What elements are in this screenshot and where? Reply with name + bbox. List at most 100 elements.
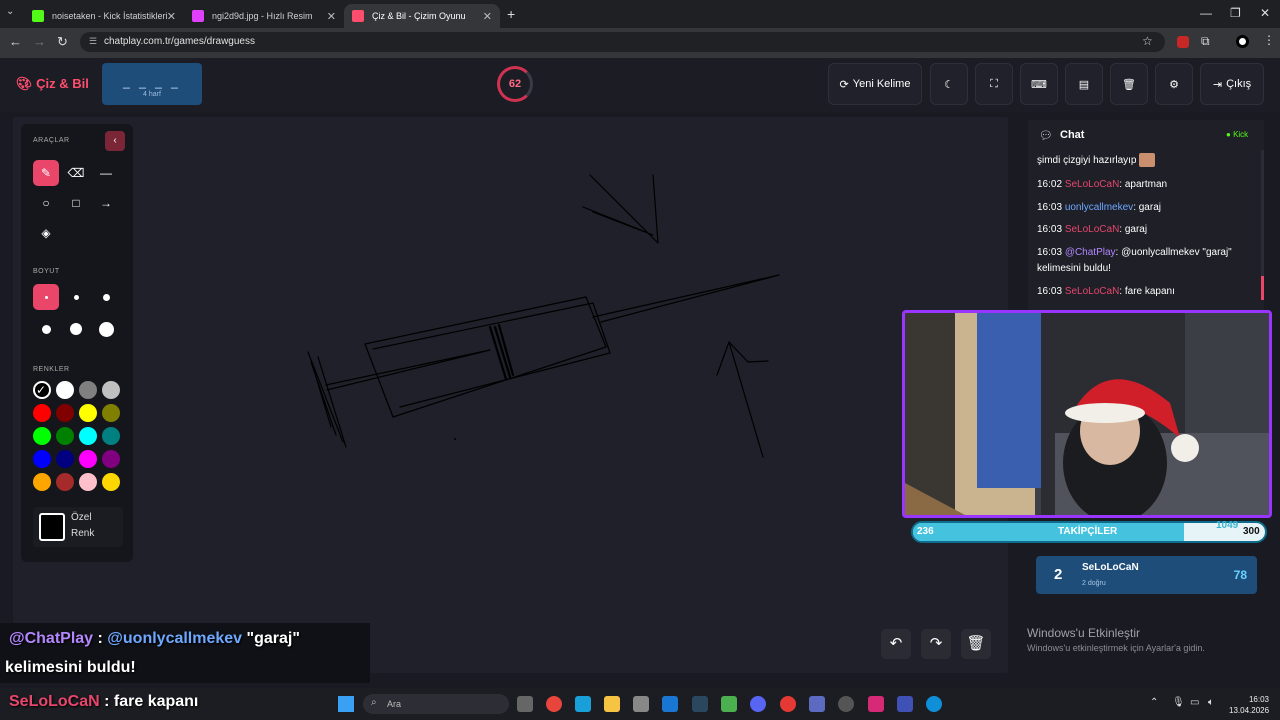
- size-l[interactable]: [33, 316, 59, 342]
- extensions-puzzle-icon[interactable]: ⧉: [1201, 34, 1210, 49]
- taskbar-clock[interactable]: 16:03 13.04.2026: [1229, 694, 1269, 716]
- tab-image[interactable]: ngi2d9d.jpg - Hızlı Resim ✕: [184, 4, 344, 28]
- size-xs[interactable]: [33, 284, 59, 310]
- dot-icon: [44, 295, 48, 299]
- color-swatch[interactable]: [79, 450, 97, 468]
- url-field[interactable]: ☰ chatplay.com.tr/games/drawguess: [80, 32, 1165, 52]
- color-swatch[interactable]: [33, 427, 51, 445]
- size-s[interactable]: [63, 284, 89, 310]
- steam-icon[interactable]: [692, 696, 708, 712]
- archive-button[interactable]: ▤: [1065, 63, 1103, 105]
- eraser-tool[interactable]: ⌫: [63, 160, 89, 186]
- instagram-icon[interactable]: [868, 696, 884, 712]
- fullscreen-button[interactable]: ⛶: [975, 63, 1013, 105]
- menu-kebab-icon[interactable]: ⋮: [1263, 33, 1275, 47]
- settings-button[interactable]: ⚙: [1155, 63, 1193, 105]
- message-user[interactable]: uonlycallmekev: [1065, 202, 1133, 213]
- window-close-icon[interactable]: ✕: [1260, 6, 1270, 20]
- edge-icon[interactable]: [926, 696, 942, 712]
- size-xxl[interactable]: [93, 316, 119, 342]
- app-icon[interactable]: [897, 696, 913, 712]
- size-xl[interactable]: [63, 316, 89, 342]
- fill-tool[interactable]: ◈: [33, 220, 59, 246]
- color-swatch[interactable]: [56, 427, 74, 445]
- network-icon[interactable]: ▭: [1190, 697, 1199, 708]
- teams-icon[interactable]: [809, 696, 825, 712]
- tray-chevron-icon[interactable]: ⌃: [1150, 697, 1158, 708]
- discord-icon[interactable]: [750, 696, 766, 712]
- circle-tool[interactable]: ○: [33, 190, 59, 216]
- tab-drawguess[interactable]: Çiz & Bil - Çizim Oyunu ✕: [344, 4, 500, 28]
- undo-button[interactable]: ↶: [881, 629, 911, 659]
- color-swatch[interactable]: [79, 427, 97, 445]
- message-user[interactable]: @ChatPlay: [1065, 247, 1116, 258]
- line-tool[interactable]: —: [93, 160, 119, 186]
- drawing-canvas[interactable]: [13, 117, 1008, 673]
- color-swatch[interactable]: [79, 473, 97, 491]
- minecraft-icon[interactable]: [721, 696, 737, 712]
- color-swatch[interactable]: [56, 381, 74, 399]
- file-explorer-icon[interactable]: [604, 696, 620, 712]
- color-swatch[interactable]: [102, 381, 120, 399]
- color-swatch[interactable]: [102, 450, 120, 468]
- color-swatch[interactable]: [79, 381, 97, 399]
- color-swatch[interactable]: [33, 450, 51, 468]
- game-icon: [352, 10, 364, 22]
- color-swatch[interactable]: [33, 404, 51, 422]
- message-user[interactable]: SeLoLoCaN: [1065, 224, 1119, 235]
- close-icon[interactable]: ✕: [327, 10, 336, 23]
- app-icon[interactable]: [780, 696, 796, 712]
- mic-icon[interactable]: 🎙︎: [1172, 697, 1185, 708]
- new-tab-icon[interactable]: +: [507, 6, 515, 22]
- message-user[interactable]: SeLoLoCaN: [1065, 179, 1119, 190]
- keyboard-button[interactable]: ⌨: [1020, 63, 1058, 105]
- windows-start-icon[interactable]: [338, 696, 354, 712]
- color-swatch[interactable]: [56, 450, 74, 468]
- color-swatch[interactable]: [56, 404, 74, 422]
- maximize-icon[interactable]: ❐: [1230, 6, 1241, 20]
- tab-kick-stats[interactable]: noisetaken - Kick İstatistikleri ✕: [24, 4, 184, 28]
- clear-button[interactable]: 🗑︎: [1110, 63, 1148, 105]
- mail-icon[interactable]: [662, 696, 678, 712]
- color-swatch[interactable]: [33, 473, 51, 491]
- tab-search-icon[interactable]: ⌄: [6, 6, 14, 17]
- theme-toggle-button[interactable]: ☾: [930, 63, 968, 105]
- extension-icon[interactable]: [1177, 36, 1189, 48]
- close-icon[interactable]: ✕: [167, 10, 176, 23]
- message-user[interactable]: SeLoLoCaN: [1065, 286, 1119, 297]
- bookmark-star-icon[interactable]: ☆: [1142, 34, 1153, 48]
- collapse-panel-button[interactable]: ‹: [105, 131, 125, 151]
- followers-progress-fill: [913, 523, 1185, 541]
- exit-button[interactable]: ⇥ Çıkış: [1200, 63, 1264, 105]
- profile-avatar[interactable]: [1236, 35, 1249, 48]
- forward-icon[interactable]: →: [33, 34, 46, 49]
- custom-color-button[interactable]: Özel Renk: [33, 507, 123, 547]
- app-logo[interactable]: 🎨︎ Çiz & Bil: [16, 76, 89, 92]
- close-icon[interactable]: ✕: [483, 10, 492, 23]
- search-icon: ⌕: [371, 697, 377, 708]
- store-icon[interactable]: [633, 696, 649, 712]
- minimize-icon[interactable]: —: [1200, 6, 1212, 20]
- color-swatch[interactable]: [79, 404, 97, 422]
- back-icon[interactable]: ←: [9, 34, 22, 49]
- color-swatch[interactable]: [102, 473, 120, 491]
- reload-icon[interactable]: ↻: [57, 34, 68, 50]
- task-view-icon[interactable]: [517, 696, 533, 712]
- pencil-tool[interactable]: ✎: [33, 160, 59, 186]
- volume-icon[interactable]: 🔈︎: [1208, 697, 1214, 708]
- color-swatch[interactable]: [56, 473, 74, 491]
- new-word-button[interactable]: ⟳ Yeni Kelime: [828, 63, 922, 105]
- redo-button[interactable]: ↷: [921, 629, 951, 659]
- clear-canvas-button[interactable]: 🗑︎: [961, 629, 991, 659]
- obs-icon[interactable]: [838, 696, 854, 712]
- chat-scroll-thumb[interactable]: [1261, 276, 1264, 300]
- arrow-tool[interactable]: →: [93, 190, 119, 216]
- size-m[interactable]: [93, 284, 119, 310]
- color-swatch[interactable]: [102, 427, 120, 445]
- site-info-icon[interactable]: ☰: [89, 36, 97, 47]
- rectangle-tool[interactable]: □: [63, 190, 89, 216]
- taskbar-search[interactable]: ⌕ Ara: [363, 694, 509, 714]
- chrome-icon[interactable]: [546, 696, 562, 712]
- desktop-icon[interactable]: [575, 696, 591, 712]
- color-swatch[interactable]: [102, 404, 120, 422]
